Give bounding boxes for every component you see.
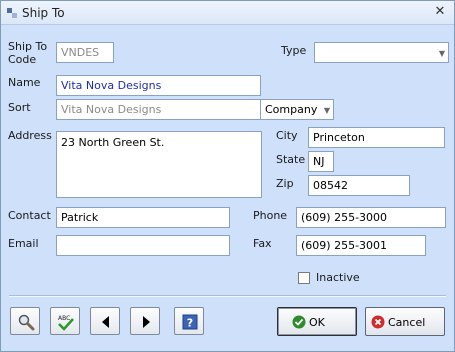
- email-label: Email: [8, 237, 39, 250]
- state-label: State: [276, 153, 306, 166]
- fax-label: Fax: [253, 237, 272, 250]
- type-dropdown[interactable]: ▼: [314, 42, 449, 63]
- contact-label: Contact: [8, 209, 51, 222]
- window-title: Ship To: [22, 6, 65, 20]
- sort-type-dropdown[interactable]: Company ▼: [260, 99, 334, 120]
- left-arrow-icon: [102, 316, 109, 328]
- ship-to-dialog: Ship To ✕ Ship To Code VNDES Type ▼ Name…: [0, 0, 455, 352]
- divider: [9, 295, 446, 297]
- sort-type-value: Company: [265, 103, 318, 116]
- cancel-button[interactable]: Cancel: [365, 307, 445, 336]
- contact-field[interactable]: Patrick: [56, 207, 230, 228]
- phone-field[interactable]: (609) 255-3000: [296, 207, 446, 228]
- sort-field[interactable]: Vita Nova Designs: [56, 99, 261, 120]
- address-field[interactable]: 23 North Green St.: [56, 131, 262, 198]
- type-label: Type: [281, 44, 307, 57]
- magnifier-icon: [18, 314, 35, 331]
- name-label: Name: [8, 76, 41, 89]
- check-icon: [292, 315, 306, 329]
- sort-label: Sort: [8, 101, 31, 114]
- inactive-label: Inactive: [316, 271, 360, 284]
- phone-label: Phone: [253, 209, 288, 222]
- zip-field[interactable]: 08542: [308, 175, 410, 196]
- previous-button[interactable]: [90, 307, 120, 335]
- help-button[interactable]: ?: [174, 307, 204, 335]
- next-button[interactable]: [130, 307, 160, 335]
- spellcheck-button[interactable]: ABC: [50, 307, 80, 335]
- ok-label: OK: [309, 316, 325, 329]
- inactive-checkbox[interactable]: [298, 272, 310, 284]
- right-arrow-icon: [143, 316, 150, 328]
- address-label: Address: [8, 129, 52, 142]
- help-icon: ?: [182, 314, 198, 330]
- chevron-down-icon: ▼: [438, 49, 445, 58]
- name-field[interactable]: Vita Nova Designs: [56, 75, 261, 96]
- state-field[interactable]: NJ: [308, 151, 334, 172]
- city-field[interactable]: Princeton: [308, 127, 445, 148]
- svg-text:ABC: ABC: [58, 315, 70, 322]
- zip-label: Zip: [276, 177, 294, 190]
- close-icon[interactable]: ✕: [432, 4, 448, 20]
- app-icon: [6, 7, 18, 19]
- fax-field[interactable]: (609) 255-3001: [296, 235, 426, 256]
- search-button[interactable]: [10, 307, 40, 335]
- chevron-down-icon: ▼: [323, 106, 330, 115]
- city-label: City: [276, 129, 298, 142]
- spellcheck-icon: ABC: [58, 315, 74, 331]
- ship-to-code-field: VNDES: [56, 42, 114, 63]
- ship-to-code-label: Ship To Code: [8, 40, 48, 66]
- ok-button[interactable]: OK: [277, 307, 357, 336]
- title-bar: Ship To ✕: [1, 1, 454, 25]
- email-field[interactable]: [56, 235, 230, 256]
- cancel-label: Cancel: [388, 316, 426, 329]
- cancel-icon: [371, 315, 385, 329]
- svg-text:?: ?: [187, 317, 193, 330]
